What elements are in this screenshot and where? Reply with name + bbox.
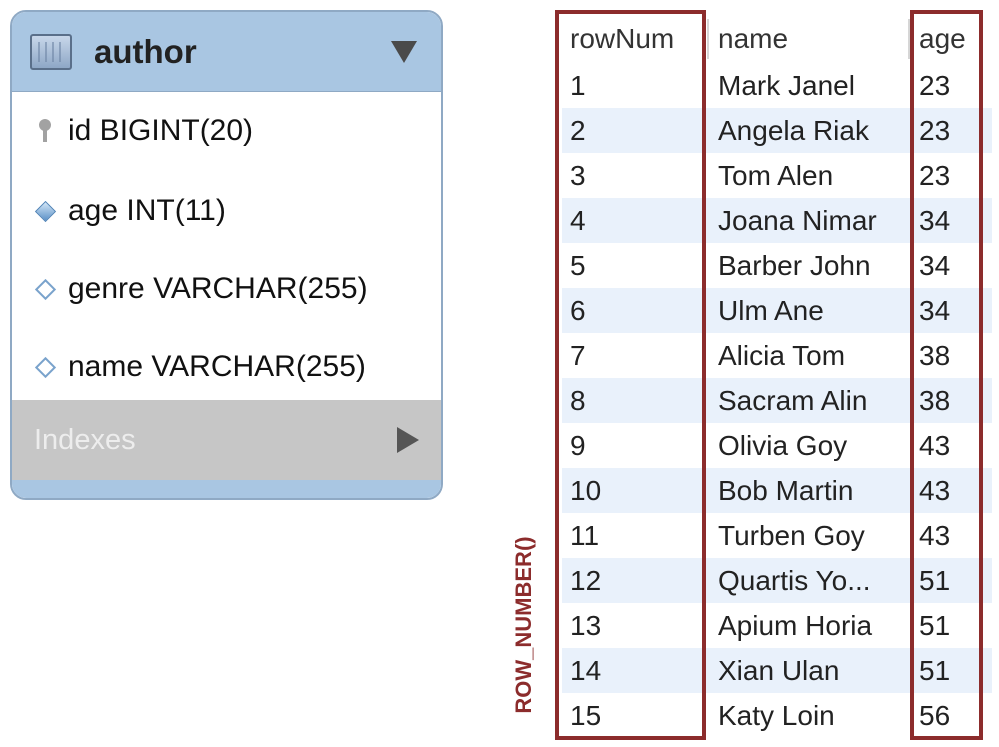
cell-name: Bob Martin (718, 474, 854, 506)
indexes-section[interactable]: Indexes (12, 400, 441, 480)
cell-name: Katy Loin (718, 699, 835, 731)
hollow-diamond-icon (34, 356, 56, 378)
row-number-annotation: ROW_NUMBER() (511, 536, 536, 714)
cell-name: Sacram Alin (718, 384, 868, 416)
column-label: age INT(11) (68, 194, 226, 227)
cell-name: Xian Ulan (718, 654, 840, 686)
cell-name: Turben Goy (718, 519, 865, 551)
column-list: id BIGINT(20) age INT(11) genre VARCHAR(… (12, 92, 441, 400)
column-label: genre VARCHAR(255) (68, 272, 368, 305)
entity-header[interactable]: author (12, 12, 441, 92)
entity-footer (12, 480, 441, 498)
entity-title: author (94, 32, 197, 70)
column-label: id BIGINT(20) (68, 114, 254, 147)
cell-name: Olivia Goy (718, 429, 848, 461)
cell-name: Quartis Yo... (718, 564, 871, 596)
author-entity[interactable]: author id BIGINT(20) age INT(11) genre V… (10, 10, 443, 500)
header-separator (707, 19, 709, 59)
expand-arrow-icon[interactable] (397, 427, 419, 453)
hollow-diamond-icon (34, 278, 56, 300)
column-id[interactable]: id BIGINT(20) (30, 110, 253, 152)
age-highlight-box (910, 10, 983, 740)
column-age[interactable]: age INT(11) (30, 190, 226, 232)
collapse-arrow-icon[interactable] (391, 40, 417, 63)
rownum-highlight-box (555, 10, 706, 740)
table-icon (30, 33, 72, 70)
primary-key-icon (38, 119, 52, 143)
cell-name: Angela Riak (718, 114, 869, 146)
filled-diamond-icon (34, 200, 56, 222)
indexes-label: Indexes (34, 423, 136, 456)
header-name[interactable]: name (718, 15, 788, 63)
cell-name: Ulm Ane (718, 294, 824, 326)
column-genre[interactable]: genre VARCHAR(255) (30, 268, 368, 310)
column-name[interactable]: name VARCHAR(255) (30, 346, 366, 388)
cell-name: Mark Janel (718, 69, 855, 101)
cell-name: Apium Horia (718, 609, 873, 641)
cell-name: Barber John (718, 249, 871, 281)
cell-name: Alicia Tom (718, 339, 846, 371)
column-label: name VARCHAR(255) (68, 350, 366, 383)
cell-name: Tom Alen (718, 159, 834, 191)
cell-name: Joana Nimar (718, 204, 877, 236)
